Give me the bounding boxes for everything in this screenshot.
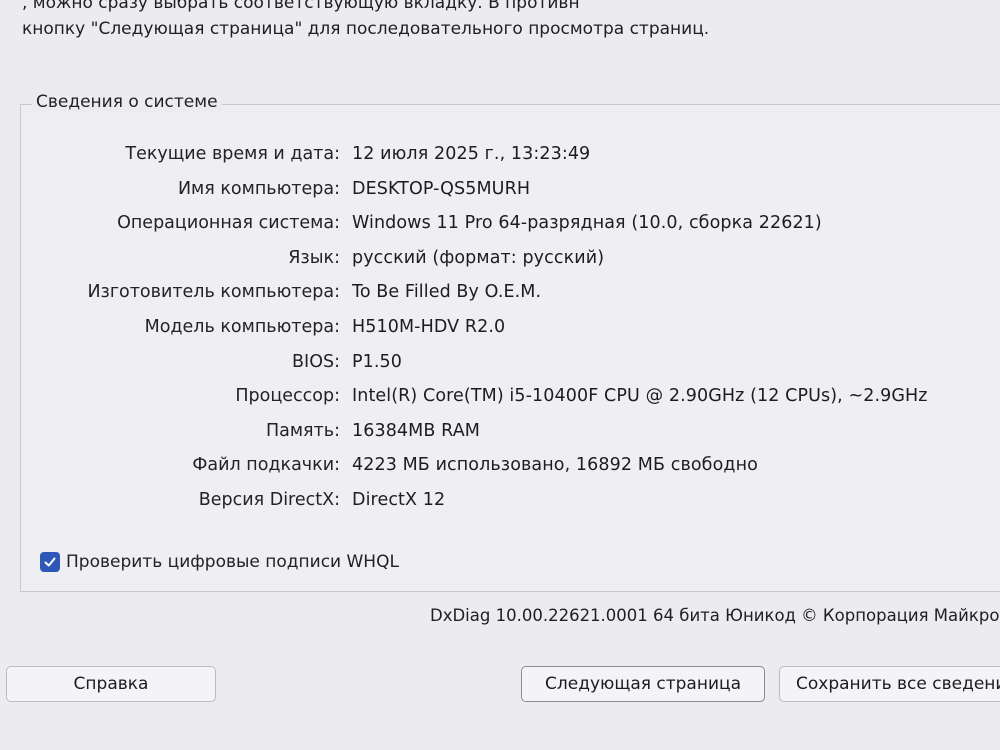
info-label: Имя компьютера:	[177, 178, 340, 199]
info-row-directx: Версия DirectX: DirectX 12	[0, 483, 1000, 518]
checkmark-icon	[44, 557, 56, 567]
info-row-os: Операционная система: Windows 11 Pro 64-…	[0, 206, 1000, 241]
version-text: DxDiag 10.00.22621.0001 64 бита Юникод ©…	[430, 606, 1000, 625]
info-value: 4223 МБ использовано, 16892 МБ свободно	[352, 455, 758, 476]
whql-checkbox-label[interactable]: Проверить цифровые подписи WHQL	[66, 552, 399, 572]
info-label: Операционная система:	[117, 213, 340, 234]
info-label: Модель компьютера:	[144, 316, 340, 337]
system-info-rows: Текущие время и дата: 12 июля 2025 г., 1…	[0, 137, 1000, 518]
info-value: 12 июля 2025 г., 13:23:49	[352, 144, 591, 164]
info-label: Текущие время и дата:	[125, 144, 340, 164]
info-value: H510M-HDV R2.0	[352, 316, 506, 337]
info-value: русский (формат: русский)	[352, 247, 605, 268]
info-value: Windows 11 Pro 64-разрядная (10.0, сборк…	[352, 213, 822, 234]
info-row-computer-name: Имя компьютера: DESKTOP-QS5MURH	[0, 172, 1000, 207]
intro-text: , можно сразу выбрать соответствующую вк…	[22, 0, 1000, 42]
info-row-pagefile: Файл подкачки: 4223 МБ использовано, 168…	[0, 448, 1000, 483]
info-value: Intel(R) Core(TM) i5-10400F CPU @ 2.90GH…	[352, 386, 928, 407]
info-label: Изготовитель компьютера:	[87, 282, 340, 303]
info-row-bios: BIOS: P1.50	[0, 345, 1000, 380]
intro-line-2: кнопку "Следующая страница" для последов…	[22, 19, 710, 39]
info-label: BIOS:	[292, 351, 340, 372]
info-value: P1.50	[352, 351, 403, 372]
info-row-manufacturer: Изготовитель компьютера: To Be Filled By…	[0, 275, 1000, 310]
info-row-datetime: Текущие время и дата: 12 июля 2025 г., 1…	[0, 137, 1000, 172]
info-value: To Be Filled By O.E.M.	[352, 282, 542, 303]
info-value: 16384MB RAM	[352, 420, 480, 441]
info-label: Память:	[265, 420, 340, 441]
whql-checkbox[interactable]	[40, 552, 60, 572]
intro-line-1: , можно сразу выбрать соответствующую вк…	[22, 0, 580, 13]
info-row-processor: Процессор: Intel(R) Core(TM) i5-10400F C…	[0, 379, 1000, 414]
info-value: DESKTOP-QS5MURH	[352, 178, 531, 199]
save-all-button[interactable]: Сохранить все сведения	[779, 666, 1000, 702]
info-label: Процессор:	[235, 386, 340, 407]
info-row-model: Модель компьютера: H510M-HDV R2.0	[0, 310, 1000, 345]
info-value: DirectX 12	[352, 489, 446, 510]
system-info-title: Сведения о системе	[32, 92, 222, 112]
next-page-button[interactable]: Следующая страница	[521, 666, 765, 702]
whql-checkbox-control[interactable]: Проверить цифровые подписи WHQL	[40, 548, 399, 576]
info-row-memory: Память: 16384MB RAM	[0, 414, 1000, 449]
info-row-language: Язык: русский (формат: русский)	[0, 241, 1000, 276]
info-label: Язык:	[288, 247, 340, 268]
info-label: Файл подкачки:	[192, 455, 340, 476]
help-button[interactable]: Справка	[6, 666, 216, 702]
info-label: Версия DirectX:	[198, 489, 340, 510]
